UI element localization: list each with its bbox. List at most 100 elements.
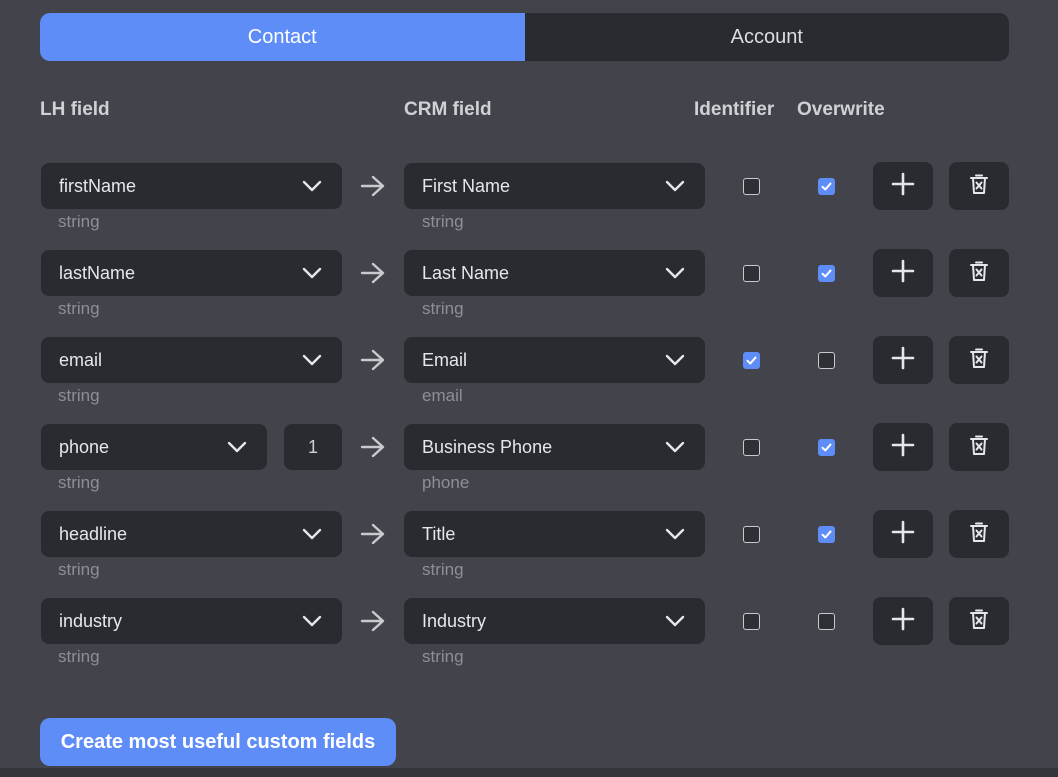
crm-field-value: Industry	[422, 610, 487, 631]
chevron-down-icon	[302, 525, 322, 540]
overwrite-checkbox[interactable]	[818, 265, 835, 282]
crm-field-select[interactable]: Email	[404, 337, 705, 383]
overwrite-checkbox[interactable]	[818, 352, 835, 369]
identifier-checkbox[interactable]	[743, 526, 760, 543]
tab-contact[interactable]: Contact	[40, 13, 525, 61]
plus-icon	[891, 172, 915, 201]
chevron-down-icon	[665, 612, 685, 627]
lh-field-type: string	[58, 212, 100, 231]
plus-icon	[891, 520, 915, 549]
identifier-checkbox[interactable]	[743, 265, 760, 282]
chevron-down-icon	[665, 351, 685, 366]
chevron-down-icon	[302, 264, 322, 279]
chevron-down-icon	[665, 177, 685, 192]
crm-field-select[interactable]: Title	[404, 511, 705, 557]
tab-account[interactable]: Account	[525, 13, 1010, 61]
arrow-right-icon	[360, 349, 386, 371]
trash-icon	[969, 347, 989, 374]
lh-field-type: string	[58, 647, 100, 666]
crm-field-value: Business Phone	[422, 436, 553, 457]
arrow-right-icon	[360, 610, 386, 632]
chevron-down-icon	[665, 438, 685, 453]
identifier-checkbox[interactable]	[743, 178, 760, 195]
trash-icon	[969, 434, 989, 461]
plus-icon	[891, 433, 915, 462]
identifier-checkbox[interactable]	[743, 613, 760, 630]
lh-field-value: industry	[59, 610, 123, 631]
trash-icon	[969, 521, 989, 548]
identifier-checkbox[interactable]	[743, 439, 760, 456]
chevron-down-icon	[302, 177, 322, 192]
chevron-down-icon	[665, 264, 685, 279]
lh-field-value: phone	[59, 436, 110, 457]
add-mapping-button[interactable]	[873, 336, 933, 384]
crm-field-value: First Name	[422, 175, 511, 196]
lh-field-type: string	[58, 386, 100, 405]
delete-mapping-button[interactable]	[949, 510, 1009, 558]
chevron-down-icon	[302, 612, 322, 627]
table-row: industry string Industry string	[0, 597, 1058, 678]
overwrite-checkbox[interactable]	[818, 178, 835, 195]
lh-field-value: firstName	[59, 175, 137, 196]
delete-mapping-button[interactable]	[949, 597, 1009, 645]
plus-icon	[891, 259, 915, 288]
bottom-divider	[0, 768, 1058, 777]
lh-field-value: email	[59, 349, 103, 370]
lh-field-select[interactable]: phone	[41, 424, 267, 470]
chevron-down-icon	[227, 438, 247, 453]
overwrite-checkbox[interactable]	[818, 439, 835, 456]
crm-field-type: email	[422, 386, 463, 405]
lh-field-select[interactable]: firstName	[41, 163, 342, 209]
lh-field-header: LH field	[40, 99, 110, 120]
lh-field-type: string	[58, 560, 100, 579]
crm-field-type: string	[422, 560, 464, 579]
arrow-right-icon	[360, 262, 386, 284]
add-mapping-button[interactable]	[873, 597, 933, 645]
delete-mapping-button[interactable]	[949, 249, 1009, 297]
add-mapping-button[interactable]	[873, 423, 933, 471]
overwrite-checkbox[interactable]	[818, 526, 835, 543]
crm-field-select[interactable]: First Name	[404, 163, 705, 209]
lh-field-select[interactable]: industry	[41, 598, 342, 644]
table-row: lastName string Last Name string	[0, 249, 1058, 330]
crm-field-value: Email	[422, 349, 468, 370]
mapping-tabs: Contact Account	[40, 13, 1009, 61]
crm-field-select[interactable]: Industry	[404, 598, 705, 644]
plus-icon	[891, 346, 915, 375]
overwrite-header: Overwrite	[797, 99, 885, 120]
crm-field-type: string	[422, 647, 464, 666]
table-row: firstName string First Name string	[0, 162, 1058, 243]
crm-field-type: phone	[422, 473, 470, 492]
identifier-checkbox[interactable]	[743, 352, 760, 369]
arrow-right-icon	[360, 436, 386, 458]
table-row: headline string Title string	[0, 510, 1058, 591]
arrow-right-icon	[360, 175, 386, 197]
delete-mapping-button[interactable]	[949, 423, 1009, 471]
lh-field-select[interactable]: lastName	[41, 250, 342, 296]
lh-field-type: string	[58, 299, 100, 318]
crm-field-value: Last Name	[422, 262, 510, 283]
add-mapping-button[interactable]	[873, 510, 933, 558]
trash-icon	[969, 260, 989, 287]
overwrite-checkbox[interactable]	[818, 613, 835, 630]
trash-icon	[969, 608, 989, 635]
chevron-down-icon	[302, 351, 322, 366]
delete-mapping-button[interactable]	[949, 336, 1009, 384]
crm-field-header: CRM field	[404, 99, 492, 120]
create-custom-fields-button[interactable]: Create most useful custom fields	[40, 718, 396, 766]
arrow-right-icon	[360, 523, 386, 545]
crm-field-type: string	[422, 299, 464, 318]
lh-field-select[interactable]: headline	[41, 511, 342, 557]
add-mapping-button[interactable]	[873, 249, 933, 297]
crm-field-type: string	[422, 212, 464, 231]
plus-icon	[891, 607, 915, 636]
crm-field-select[interactable]: Business Phone	[404, 424, 705, 470]
chevron-down-icon	[665, 525, 685, 540]
add-mapping-button[interactable]	[873, 162, 933, 210]
delete-mapping-button[interactable]	[949, 162, 1009, 210]
table-row: email string Email email	[0, 336, 1058, 417]
identifier-header: Identifier	[694, 99, 775, 120]
field-index-input[interactable]: 1	[284, 424, 342, 470]
crm-field-select[interactable]: Last Name	[404, 250, 705, 296]
lh-field-select[interactable]: email	[41, 337, 342, 383]
